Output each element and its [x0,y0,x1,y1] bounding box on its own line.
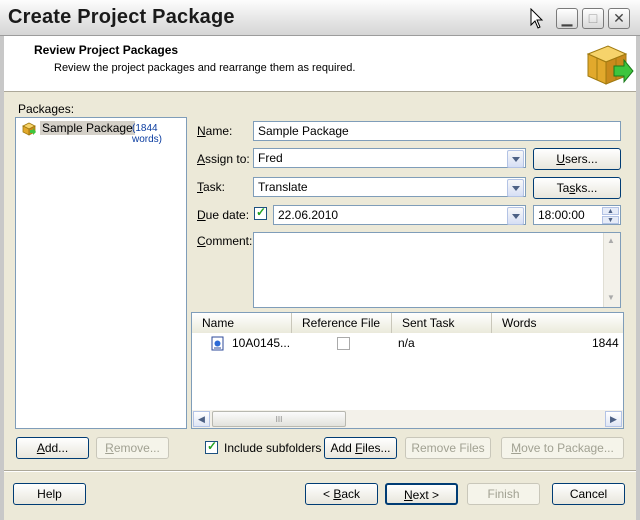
title-bar[interactable]: Create Project Package ▁ □ ✕ [0,0,640,36]
scroll-right-icon[interactable]: ▶ [605,411,622,427]
package-icon [22,122,36,136]
assign-to-label: Assign to: [197,152,250,166]
list-item[interactable]: Sample Package (1844 words) [20,121,184,145]
comment-label: Comment: [197,234,253,248]
assign-to-dropdown[interactable]: Fred [253,148,526,168]
chevron-down-icon[interactable] [507,179,524,197]
scroll-down-icon[interactable]: ▼ [607,293,615,302]
remove-package-button[interactable]: Remove... [96,437,169,459]
window-frame-left [0,36,4,520]
move-to-package-button[interactable]: Move to Package... [501,437,624,459]
scroll-left-icon[interactable]: ◀ [193,411,210,427]
spin-down-icon[interactable]: ▼ [602,216,619,224]
back-button[interactable]: < Back [305,483,378,505]
file-name: 10A0145... [232,336,291,350]
scroll-up-icon[interactable]: ▲ [607,236,615,245]
column-header-words[interactable]: Words [492,313,623,333]
packages-label: Packages: [18,102,75,116]
add-package-button[interactable]: Add... [16,437,89,459]
column-header-name[interactable]: Name [192,313,292,333]
include-subfolders-label: Include subfolders [224,441,322,455]
minimize-icon[interactable]: ▁ [556,8,578,29]
scroll-thumb[interactable]: III [212,411,346,427]
name-field[interactable]: Sample Package [253,121,621,141]
name-label: Name: [197,124,233,138]
mouse-cursor-icon [530,8,544,29]
window-title: Create Project Package [8,6,235,28]
spin-up-icon[interactable]: ▲ [602,207,619,215]
divider [4,470,636,472]
close-icon[interactable]: ✕ [608,8,630,29]
cancel-button[interactable]: Cancel [552,483,625,505]
due-date-value: 22.06.2010 [278,208,339,222]
comment-scrollbar[interactable]: ▲ ▼ [603,233,620,307]
document-icon [211,336,224,351]
reference-file-checkbox[interactable] [337,337,350,350]
package-name: Sample Package [40,121,135,135]
wizard-header: Review Project Packages Review the proje… [4,36,636,92]
finish-button[interactable]: Finish [467,483,540,505]
next-button[interactable]: Next > [385,483,458,505]
due-time-field[interactable]: 18:00:00 ▲ ▼ [533,205,621,225]
package-icon [586,45,634,85]
task-dropdown[interactable]: Translate [253,177,526,197]
packages-list[interactable]: Sample Package (1844 words) [15,117,187,429]
package-word-count: (1844 words) [132,123,163,145]
assign-to-value: Fred [258,151,283,165]
users-button[interactable]: Users... [533,148,621,170]
header-subtitle: Review the project packages and rearrang… [54,62,356,74]
tasks-button[interactable]: Tasks... [533,177,621,199]
table-row[interactable]: 10A0145... n/a 1844 [192,333,623,353]
include-subfolders-checkbox[interactable] [205,439,218,454]
files-table[interactable]: Name Reference File Sent Task Words 10A0… [191,312,624,429]
file-sent-task: n/a [398,336,415,350]
column-header-reference-file[interactable]: Reference File [292,313,392,333]
header-title: Review Project Packages [34,43,179,57]
due-date-picker[interactable]: 22.06.2010 [273,205,526,225]
task-label: Task: [197,180,226,194]
comment-textarea[interactable]: ▲ ▼ [253,232,621,308]
column-header-sent-task[interactable]: Sent Task [392,313,492,333]
remove-files-button[interactable]: Remove Files [405,437,491,459]
due-date-label: Due date: [197,208,250,222]
chevron-down-icon[interactable] [507,207,524,225]
file-words: 1844 [592,336,619,350]
help-button[interactable]: Help [13,483,86,505]
due-time-value: 18:00:00 [538,208,585,222]
maximize-icon[interactable]: □ [582,8,604,29]
task-value: Translate [258,180,308,194]
window-frame-right [636,36,640,520]
chevron-down-icon[interactable] [507,150,524,168]
add-files-button[interactable]: Add Files... [324,437,397,459]
horizontal-scrollbar[interactable]: ◀ III ▶ [192,410,623,428]
due-date-checkbox[interactable] [254,205,267,220]
